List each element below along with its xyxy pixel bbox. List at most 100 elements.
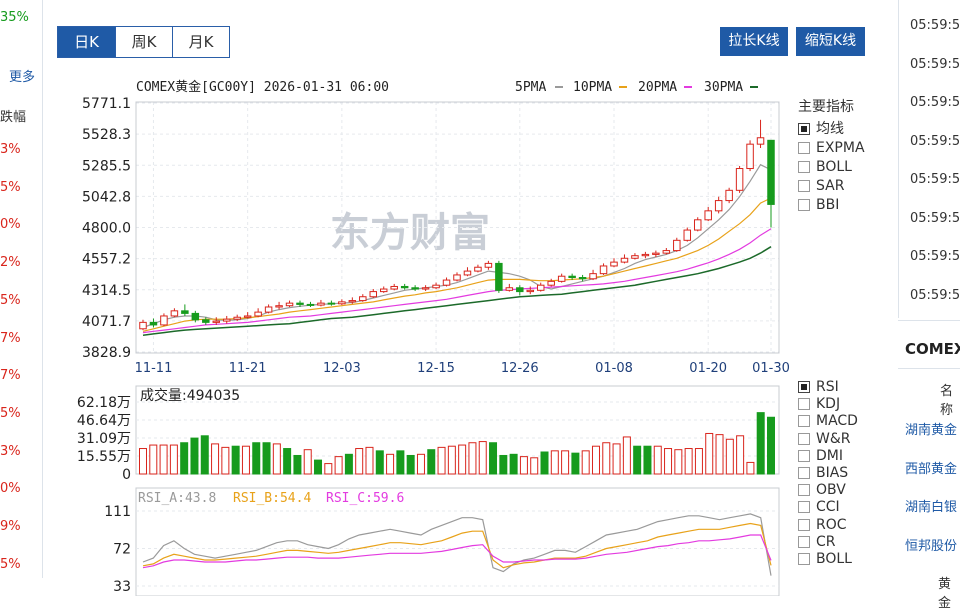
volume-bar (633, 445, 642, 475)
candle-body (693, 219, 702, 231)
sub-indicator-label[interactable]: ROC (816, 517, 847, 533)
indicator-checkbox[interactable] (798, 123, 810, 135)
volume-y-tick: 15.55万 (77, 449, 131, 465)
chart-title: COMEX黄金[GC00Y] 2026-01-31 06:00 (136, 79, 389, 95)
candle (421, 285, 430, 291)
volume-bar (396, 450, 405, 475)
candle-body (453, 274, 461, 281)
candle-body (725, 189, 733, 202)
sub-indicator-label[interactable]: RSI (816, 379, 839, 395)
volume-bar (581, 450, 590, 475)
candle (474, 264, 482, 273)
candle-body (484, 262, 493, 268)
stock-link[interactable]: 恒邦股份 (905, 535, 957, 554)
volume-bar (540, 451, 549, 475)
stock-link[interactable]: 西部黄金 (905, 458, 957, 477)
indicator-checkbox[interactable] (798, 199, 810, 211)
indicator-label[interactable]: 均线 (816, 121, 844, 137)
indicator-checkbox[interactable] (798, 180, 810, 192)
candle-body (599, 265, 608, 275)
candle (620, 254, 629, 264)
volume-bar (180, 442, 189, 475)
sub-indicator-checkbox[interactable] (798, 415, 810, 428)
sub-indicator-checkbox[interactable] (798, 535, 810, 548)
rsi-y-axis: 111 72 33 (104, 504, 131, 595)
candle-body (421, 287, 430, 290)
candle (202, 317, 210, 325)
sub-indicator-label[interactable]: BOLL (816, 551, 852, 567)
volume-bar (386, 453, 395, 475)
volume-bar (231, 445, 240, 475)
sub-indicator-checkbox[interactable] (798, 501, 810, 514)
sub-indicator-checkbox[interactable] (798, 553, 810, 565)
y-tick-label: 5771.1 (82, 96, 131, 112)
indicator-label[interactable]: EXPMA (816, 140, 865, 156)
volume-bar (622, 436, 631, 475)
indicator-checkbox[interactable] (798, 142, 810, 154)
x-tick-label: 11-21 (229, 361, 267, 376)
sub-indicator-label[interactable]: DMI (816, 448, 843, 464)
y-tick-label: 3828.9 (82, 345, 131, 361)
trade-time: 05:59:5 (910, 133, 960, 149)
volume-bar (591, 445, 600, 475)
sub-indicator-checkbox[interactable] (798, 449, 810, 462)
stock-link[interactable]: 湖南白银 (905, 496, 957, 515)
sub-indicator-checkbox[interactable] (798, 467, 810, 479)
indicator-checkbox[interactable] (798, 161, 810, 173)
candle-body (359, 296, 367, 302)
candle (536, 282, 545, 292)
x-tick-label: 12-26 (501, 361, 539, 376)
stock-link[interactable]: 黄金 (938, 573, 960, 611)
sub-indicator-label[interactable]: W&R (816, 431, 851, 447)
indicator-label[interactable]: BBI (816, 197, 839, 213)
main-indicators-title: 主要指标 (798, 99, 854, 115)
ma-line-30pma (142, 246, 772, 336)
stock-link[interactable]: 湖南黄金 (905, 419, 957, 438)
sub-indicator-label[interactable]: CCI (816, 499, 840, 515)
candle (704, 206, 712, 222)
candle (359, 294, 367, 302)
candle-body (254, 311, 262, 317)
sub-indicator-checkbox[interactable] (798, 432, 810, 445)
candle (735, 165, 744, 193)
trade-time: 05:59:5 (910, 210, 960, 226)
candle-body (432, 284, 440, 289)
candle-body (348, 300, 357, 303)
sub-indicator-label[interactable]: CR (816, 534, 836, 550)
sub-indicator-label[interactable]: KDJ (816, 396, 840, 412)
volume-bar (375, 450, 384, 475)
sub-indicator-checkbox[interactable] (798, 484, 810, 497)
sub-indicator-label[interactable]: MACD (816, 413, 858, 429)
indicator-label[interactable]: BOLL (816, 159, 852, 175)
rsi-y-tick: 33 (113, 579, 131, 595)
volume-bar (550, 450, 559, 475)
candle-body (317, 302, 325, 306)
volume-bar (283, 448, 292, 475)
sub-indicator-checkbox[interactable] (798, 518, 810, 531)
sub-indicator-checkbox[interactable] (798, 398, 810, 411)
main-y-axis: 5771.1 5528.3 5285.5 5042.8 4800.0 4557.2 4314… (82, 96, 131, 361)
volume-bar (324, 463, 333, 475)
candle-body (442, 279, 451, 286)
volume-bar (365, 446, 374, 475)
candle-body (568, 275, 576, 279)
candle-body (285, 302, 294, 307)
volume-bar (252, 442, 261, 475)
y-tick-label: 4071.7 (82, 314, 131, 330)
candle-body (746, 143, 754, 170)
candle (599, 263, 608, 275)
volume-bar (736, 435, 745, 475)
candle-body (170, 310, 179, 317)
candle-body (767, 139, 775, 205)
candle-body (652, 252, 660, 255)
trade-time: 05:59:5 (910, 172, 960, 187)
sub-indicator-checkbox[interactable] (798, 381, 810, 393)
candle (400, 283, 409, 290)
main-x-axis: 11-11 11-21 12-03 12-15 12-26 01-08 01-20 01-30 (135, 361, 790, 376)
candle-body (631, 255, 639, 259)
candle-body (264, 306, 273, 313)
indicator-label[interactable]: SAR (816, 178, 844, 194)
sub-indicator-label[interactable]: OBV (816, 482, 846, 498)
candle (327, 300, 336, 306)
sub-indicator-label[interactable]: BIAS (816, 465, 848, 481)
